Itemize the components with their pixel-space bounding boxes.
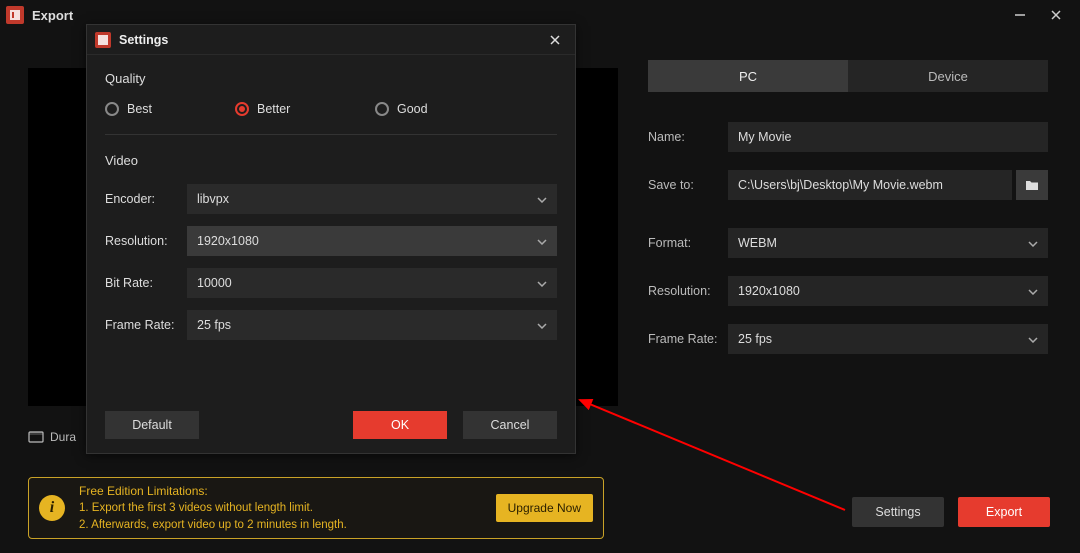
bitrate-select[interactable]: 10000: [187, 268, 557, 298]
quality-better-option[interactable]: Better: [235, 102, 375, 116]
target-tabs: PC Device: [648, 60, 1048, 92]
format-label: Format:: [648, 236, 728, 250]
export-options-panel: PC Device Name: My Movie Save to: C:\Use…: [648, 60, 1048, 372]
format-value: WEBM: [738, 236, 777, 250]
framerate-label: Frame Rate:: [648, 332, 728, 346]
minimize-button[interactable]: [1002, 0, 1038, 30]
dialog-close-button[interactable]: [543, 28, 567, 52]
dialog-title: Settings: [119, 33, 168, 47]
format-select[interactable]: WEBM: [728, 228, 1048, 258]
resolution-select[interactable]: 1920x1080: [728, 276, 1048, 306]
duration-row: Dura: [28, 430, 76, 444]
cancel-button[interactable]: Cancel: [463, 411, 557, 439]
radio-icon: [105, 102, 119, 116]
framerate-select[interactable]: 25 fps: [728, 324, 1048, 354]
tab-device[interactable]: Device: [848, 60, 1048, 92]
divider: [105, 134, 557, 135]
ok-button[interactable]: OK: [353, 411, 447, 439]
banner-line2: 2. Afterwards, export video up to 2 minu…: [79, 517, 347, 534]
duration-label: Dura: [50, 430, 76, 444]
banner-text: Free Edition Limitations: 1. Export the …: [79, 483, 347, 534]
chevron-down-icon: [537, 192, 547, 206]
dialog-framerate-label: Frame Rate:: [105, 318, 187, 332]
upgrade-button[interactable]: Upgrade Now: [496, 494, 593, 522]
resolution-value: 1920x1080: [738, 284, 800, 298]
info-icon: i: [39, 495, 65, 521]
saveto-input[interactable]: C:\Users\bj\Desktop\My Movie.webm: [728, 170, 1012, 200]
settings-button[interactable]: Settings: [852, 497, 944, 527]
name-input[interactable]: My Movie: [728, 122, 1048, 152]
banner-line1: 1. Export the first 3 videos without len…: [79, 500, 347, 517]
quality-better-label: Better: [257, 102, 290, 116]
settings-dialog: Settings Quality Best Better Good Video …: [86, 24, 576, 454]
window-title: Export: [32, 8, 73, 23]
dialog-titlebar: Settings: [87, 25, 575, 55]
bottom-buttons: Settings Export: [852, 497, 1050, 527]
chevron-down-icon: [537, 276, 547, 290]
encoder-label: Encoder:: [105, 192, 187, 206]
duration-icon: [28, 430, 44, 444]
export-button[interactable]: Export: [958, 497, 1050, 527]
chevron-down-icon: [1028, 236, 1038, 250]
close-button[interactable]: [1038, 0, 1074, 30]
tab-pc[interactable]: PC: [648, 60, 848, 92]
bitrate-value: 10000: [197, 276, 232, 290]
default-button[interactable]: Default: [105, 411, 199, 439]
quality-good-label: Good: [397, 102, 428, 116]
dialog-resolution-label: Resolution:: [105, 234, 187, 248]
bitrate-label: Bit Rate:: [105, 276, 187, 290]
dialog-resolution-value: 1920x1080: [197, 234, 259, 248]
quality-best-option[interactable]: Best: [105, 102, 235, 116]
dialog-icon: [95, 32, 111, 48]
chevron-down-icon: [537, 318, 547, 332]
radio-icon: [375, 102, 389, 116]
quality-radio-group: Best Better Good: [105, 102, 557, 116]
banner-title: Free Edition Limitations:: [79, 483, 347, 500]
dialog-framerate-select[interactable]: 25 fps: [187, 310, 557, 340]
name-label: Name:: [648, 130, 728, 144]
dialog-footer: Default OK Cancel: [105, 411, 557, 439]
encoder-value: libvpx: [197, 192, 229, 206]
chevron-down-icon: [1028, 284, 1038, 298]
framerate-value: 25 fps: [738, 332, 772, 346]
browse-button[interactable]: [1016, 170, 1048, 200]
resolution-label: Resolution:: [648, 284, 728, 298]
chevron-down-icon: [1028, 332, 1038, 346]
window-controls: [1002, 0, 1074, 30]
saveto-label: Save to:: [648, 178, 728, 192]
quality-good-option[interactable]: Good: [375, 102, 428, 116]
dialog-resolution-select[interactable]: 1920x1080: [187, 226, 557, 256]
dialog-framerate-value: 25 fps: [197, 318, 231, 332]
encoder-select[interactable]: libvpx: [187, 184, 557, 214]
quality-best-label: Best: [127, 102, 152, 116]
chevron-down-icon: [537, 234, 547, 248]
quality-header: Quality: [105, 71, 557, 86]
limitation-banner: i Free Edition Limitations: 1. Export th…: [28, 477, 604, 539]
video-header: Video: [105, 153, 557, 168]
app-icon: [6, 6, 24, 24]
radio-icon: [235, 102, 249, 116]
